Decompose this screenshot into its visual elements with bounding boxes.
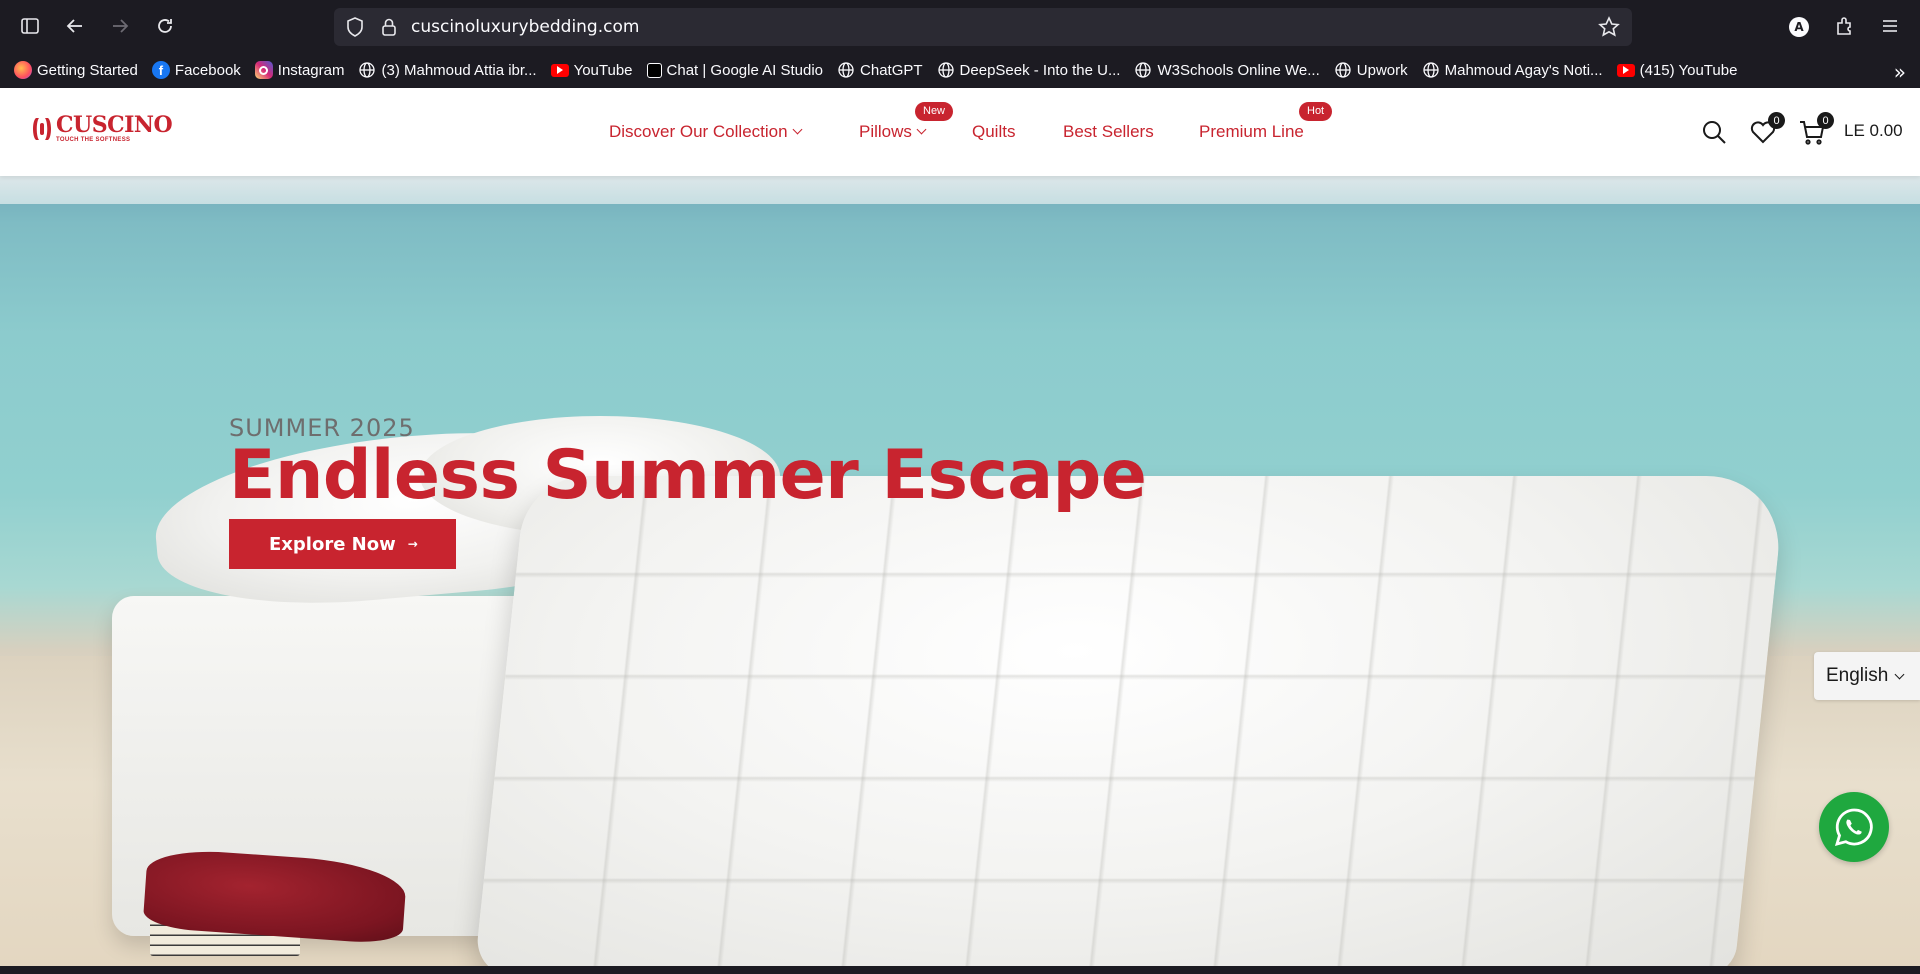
- bookmark-mahmoud-attia[interactable]: (3) Mahmoud Attia ibr...: [358, 61, 537, 79]
- youtube-icon: [1616, 63, 1635, 77]
- bookmark-label: DeepSeek - Into the U...: [959, 61, 1121, 79]
- bookmark-youtube-415[interactable]: (415) YouTube: [1616, 61, 1738, 79]
- bookmark-getting-started[interactable]: Getting Started: [14, 61, 138, 79]
- bookmark-upwork[interactable]: Upwork: [1334, 61, 1408, 79]
- reload-icon[interactable]: [151, 12, 179, 40]
- url-text[interactable]: cuscinoluxurybedding.com: [411, 17, 639, 37]
- logo-tagline: TOUCH THE SOFTNESS: [56, 137, 131, 143]
- bookmark-label: Mahmoud Agay's Noti...: [1444, 61, 1603, 79]
- arrow-right-icon: →: [407, 537, 418, 551]
- bookmark-label: Getting Started: [37, 61, 138, 79]
- firefox-icon: [14, 61, 32, 79]
- sidebar-toggle-icon[interactable]: [16, 12, 44, 40]
- nav-quilts[interactable]: Quilts: [972, 122, 1015, 142]
- bookmarks-bar: Getting Started f Facebook Instagram (3)…: [0, 52, 1920, 88]
- bookmark-label: Instagram: [277, 61, 345, 79]
- bookmark-instagram[interactable]: Instagram: [254, 61, 345, 79]
- explore-now-button[interactable]: Explore Now →: [229, 519, 456, 569]
- chevron-down-icon: [916, 124, 927, 135]
- nav-premium-line[interactable]: Premium Line Hot: [1199, 102, 1333, 142]
- globe-icon: [1134, 61, 1152, 79]
- hot-badge: Hot: [1299, 102, 1333, 121]
- logo-name: CUSCINO: [56, 112, 173, 138]
- bookmark-chatgpt[interactable]: ChatGPT: [837, 61, 923, 79]
- site-logo[interactable]: CUSCINO TOUCH THE SOFTNESS: [30, 112, 173, 143]
- lock-icon[interactable]: [378, 16, 400, 38]
- browser-toolbar: cuscinoluxurybedding.com A: [0, 0, 1920, 52]
- whatsapp-icon: [1834, 808, 1873, 846]
- bookmark-mahmoud-agay[interactable]: Mahmoud Agay's Noti...: [1422, 61, 1603, 79]
- youtube-icon: [550, 63, 569, 77]
- nav-label: Best Sellers: [1063, 122, 1154, 141]
- forward-icon[interactable]: [106, 12, 134, 40]
- back-icon[interactable]: [61, 12, 89, 40]
- hero-banner: SUMMER 2025 Endless Summer Escape Explor…: [0, 176, 1920, 966]
- cart-total[interactable]: LE 0.00: [1844, 121, 1903, 141]
- extensions-icon[interactable]: [1830, 12, 1858, 40]
- bookmark-label: YouTube: [573, 61, 633, 79]
- instagram-icon: [254, 61, 273, 79]
- bookmark-star-icon[interactable]: [1598, 16, 1620, 38]
- bookmark-label: Facebook: [174, 61, 241, 79]
- hero-sky: [0, 176, 1920, 204]
- language-label: English: [1826, 665, 1889, 686]
- new-badge: New: [915, 102, 954, 121]
- bookmark-facebook[interactable]: f Facebook: [151, 61, 241, 79]
- site-header: CUSCINO TOUCH THE SOFTNESS Discover Our …: [0, 88, 1920, 176]
- account-avatar[interactable]: A: [1789, 17, 1809, 37]
- cta-label: Explore Now: [269, 533, 396, 555]
- wishlist-heart-icon[interactable]: 0: [1749, 112, 1785, 146]
- bookmark-ai-studio[interactable]: Chat | Google AI Studio: [646, 61, 824, 79]
- nav-pillows[interactable]: Pillows New: [859, 102, 954, 142]
- language-selector[interactable]: English: [1814, 652, 1920, 700]
- globe-icon: [937, 61, 955, 79]
- globe-icon: [837, 61, 855, 79]
- nav-discover-collection[interactable]: Discover Our Collection: [609, 122, 803, 142]
- globe-icon: [358, 61, 376, 79]
- nav-label: Discover Our Collection: [609, 122, 788, 141]
- nav-best-sellers[interactable]: Best Sellers: [1063, 122, 1154, 142]
- bookmark-label: Upwork: [1356, 61, 1408, 79]
- nav-label: Quilts: [972, 122, 1016, 141]
- globe-icon: [1422, 61, 1440, 79]
- bookmark-label: (415) YouTube: [1639, 61, 1738, 79]
- hero-title: Endless Summer Escape: [229, 436, 1147, 515]
- bookmark-label: W3Schools Online We...: [1157, 61, 1320, 79]
- bookmark-w3schools[interactable]: W3Schools Online We...: [1134, 61, 1320, 79]
- bookmark-label: Chat | Google AI Studio: [666, 61, 824, 79]
- search-icon[interactable]: [1700, 118, 1728, 146]
- hero-content: SUMMER 2025 Endless Summer Escape Explor…: [229, 414, 1147, 569]
- address-bar[interactable]: cuscinoluxurybedding.com: [334, 8, 1632, 46]
- bookmarks-overflow-icon[interactable]: »: [1894, 60, 1906, 84]
- nav-label: Premium Line: [1199, 122, 1304, 141]
- tracking-shield-icon[interactable]: [344, 16, 366, 38]
- chevron-down-icon: [792, 124, 803, 135]
- menu-icon[interactable]: [1876, 12, 1904, 40]
- bookmark-label: ChatGPT: [860, 61, 923, 79]
- bookmark-label: (3) Mahmoud Attia ibr...: [381, 61, 537, 79]
- bookmark-deepseek[interactable]: DeepSeek - Into the U...: [937, 61, 1121, 79]
- facebook-icon: f: [151, 61, 170, 79]
- ai-studio-icon: [646, 62, 662, 78]
- wishlist-count: 0: [1768, 112, 1785, 129]
- globe-icon: [1334, 61, 1352, 79]
- cart-count: 0: [1817, 112, 1834, 129]
- chevron-down-icon: [1894, 669, 1905, 679]
- logo-mark-icon: [33, 117, 51, 140]
- nav-label: Pillows: [859, 122, 912, 141]
- bookmark-youtube[interactable]: YouTube: [550, 61, 633, 79]
- whatsapp-chat-button[interactable]: [1819, 792, 1889, 862]
- cart-icon[interactable]: 0: [1798, 112, 1834, 146]
- window-bottom-edge: [0, 966, 1920, 974]
